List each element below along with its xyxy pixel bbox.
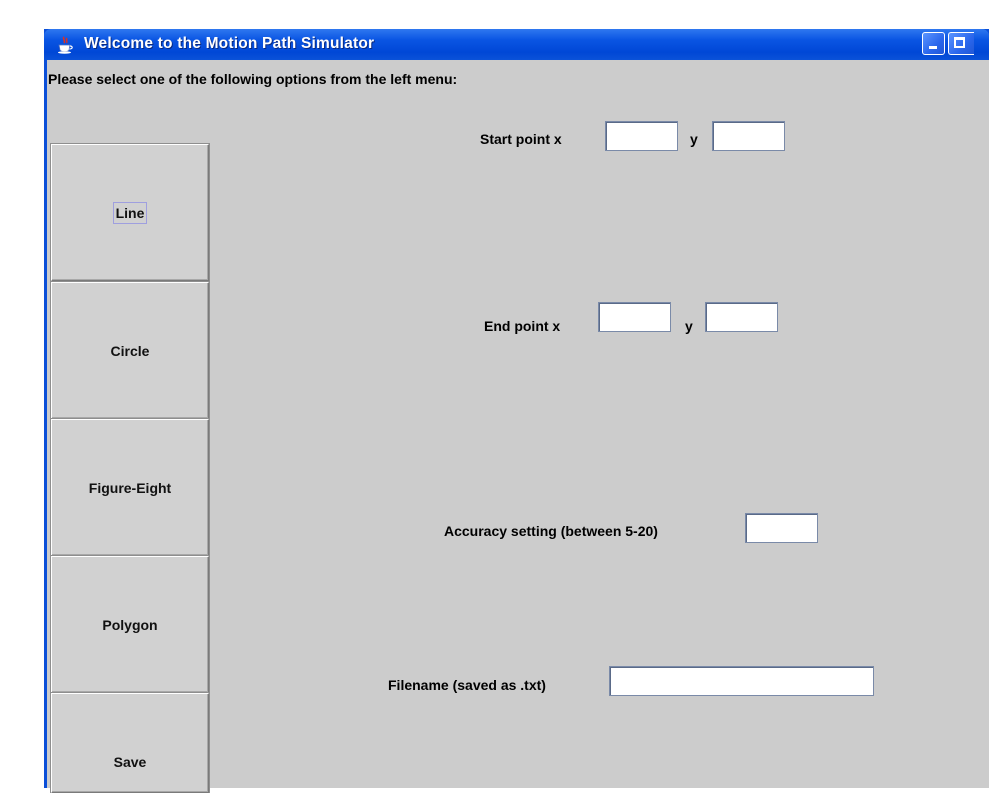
circle-button-label: Circle — [110, 342, 150, 359]
figure-eight-button-label: Figure-Eight — [88, 479, 172, 496]
line-button-label: Line — [112, 201, 148, 224]
instructions-text: Please select one of the following optio… — [48, 71, 458, 87]
maximize-button[interactable] — [948, 32, 974, 55]
app-window: Welcome to the Motion Path Simulator Ple… — [44, 29, 989, 793]
content-panel: Please select one of the following optio… — [47, 60, 989, 793]
end-y-input[interactable] — [705, 302, 778, 332]
save-button-label: Save — [113, 754, 147, 770]
maximize-icon — [954, 37, 965, 48]
accuracy-label: Accuracy setting (between 5-20) — [444, 523, 658, 539]
end-x-input[interactable] — [598, 302, 671, 332]
start-y-input[interactable] — [712, 121, 785, 151]
end-point-y-label: y — [685, 318, 693, 334]
title-bar[interactable]: Welcome to the Motion Path Simulator — [44, 29, 989, 60]
java-cup-icon — [58, 36, 73, 54]
figure-eight-button[interactable]: Figure-Eight — [51, 419, 209, 556]
circle-button[interactable]: Circle — [51, 282, 209, 419]
start-x-input[interactable] — [605, 121, 678, 151]
accuracy-input[interactable] — [745, 513, 818, 543]
window-title: Welcome to the Motion Path Simulator — [84, 35, 375, 52]
line-button[interactable]: Line — [51, 144, 209, 281]
filename-label: Filename (saved as .txt) — [388, 677, 546, 693]
polygon-button-label: Polygon — [102, 616, 158, 633]
minimize-button[interactable] — [922, 32, 945, 55]
start-point-y-label: y — [690, 131, 698, 147]
minimize-icon — [929, 46, 937, 49]
filename-input[interactable] — [609, 666, 874, 696]
save-button[interactable]: Save — [51, 693, 209, 793]
start-point-x-label: Start point x — [480, 131, 562, 147]
polygon-button[interactable]: Polygon — [51, 556, 209, 693]
end-point-x-label: End point x — [484, 318, 561, 334]
